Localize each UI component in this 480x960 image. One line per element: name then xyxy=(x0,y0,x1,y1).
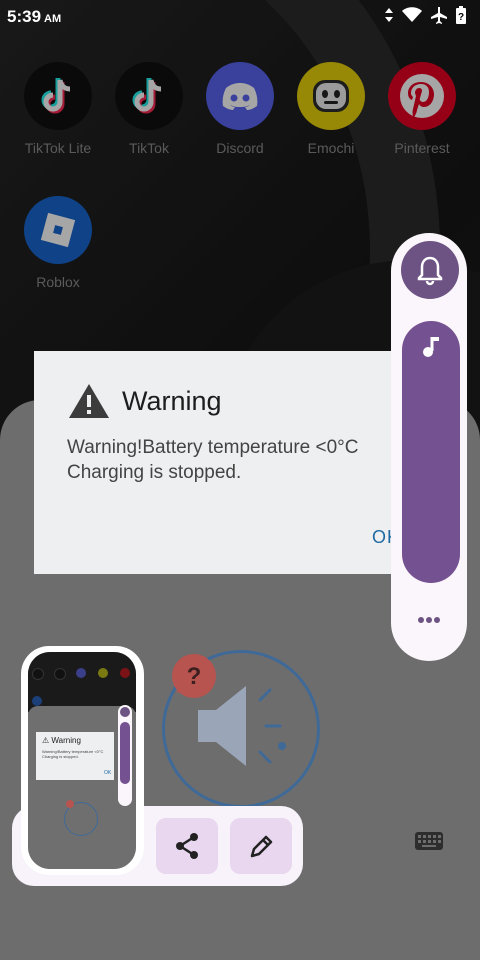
mini-dialog-message: Warning!Battery temperature <0°C Chargin… xyxy=(42,749,104,759)
svg-text:?: ? xyxy=(458,12,464,23)
dialog-message: Warning!Battery temperature <0°C Chargin… xyxy=(67,437,359,483)
ring-mode-button[interactable] xyxy=(401,241,459,299)
status-bar: 5:39 AM ? xyxy=(0,0,480,36)
screenshot-thumbnail[interactable]: ⚠ Warning Warning!Battery temperature <0… xyxy=(21,646,144,875)
thumbnail-image: ⚠ Warning Warning!Battery temperature <0… xyxy=(28,652,136,869)
wifi-icon xyxy=(402,7,422,22)
warning-dialog: Warning Warning!Battery temperature <0°C… xyxy=(34,351,406,574)
mini-dialog-title: ⚠ Warning xyxy=(42,736,81,745)
svg-text:?: ? xyxy=(187,663,202,690)
music-note-icon xyxy=(423,337,439,357)
volume-panel xyxy=(391,233,467,661)
airplane-mode-icon xyxy=(431,7,447,24)
data-arrows-icon xyxy=(385,8,393,22)
share-icon xyxy=(176,833,198,859)
battery-alert-icon: ? xyxy=(456,6,466,24)
media-volume-slider[interactable] xyxy=(402,321,460,583)
edit-button[interactable] xyxy=(230,818,292,874)
pencil-icon xyxy=(250,835,273,858)
keyboard-icon[interactable] xyxy=(414,830,444,852)
more-options-icon[interactable] xyxy=(409,605,449,635)
share-button[interactable] xyxy=(156,818,218,874)
status-time: 5:39 AM xyxy=(7,7,62,26)
bell-icon xyxy=(417,256,443,286)
warning-icon xyxy=(69,384,109,418)
help-bubble-icon: ? xyxy=(172,654,216,698)
mini-dialog-ok: OK xyxy=(104,770,112,776)
dialog-title: Warning xyxy=(122,385,222,416)
